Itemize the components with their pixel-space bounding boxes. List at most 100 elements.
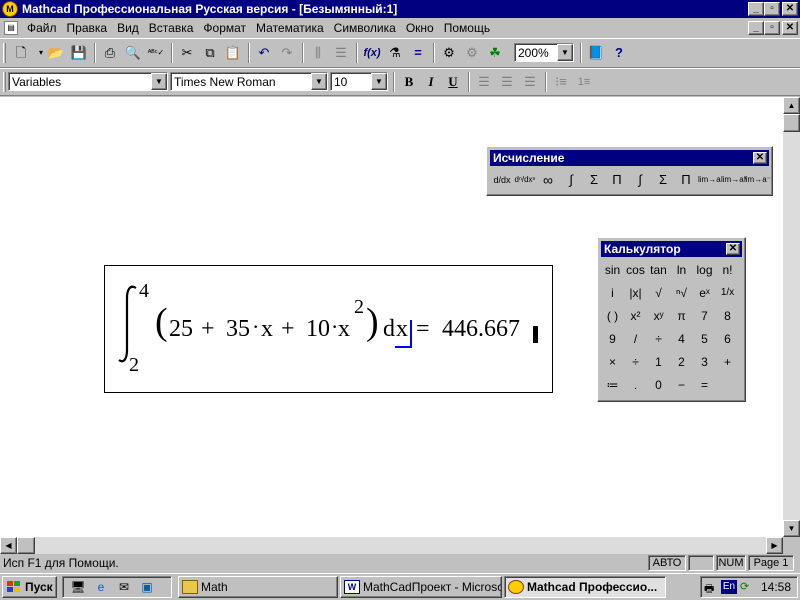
calc-key-reciprocal[interactable]: 1/x (716, 282, 739, 304)
style-select[interactable]: Variables ▼ (8, 72, 168, 91)
quadratic-coefficient[interactable]: 10 (306, 316, 330, 343)
doc-close-button[interactable]: ✕ (782, 21, 798, 35)
vertical-scrollbar[interactable]: ▲ ▼ (783, 97, 800, 537)
insert-function-icon[interactable]: f(x) (361, 43, 383, 64)
chevron-down-icon[interactable]: ▼ (151, 73, 167, 90)
calc-key-pi[interactable]: π (670, 305, 693, 327)
clock[interactable]: 14:58 (761, 580, 791, 594)
insert-unit-icon[interactable]: ⚗ (384, 43, 406, 64)
calc-key-9[interactable]: 9 (601, 328, 624, 350)
linear-coefficient[interactable]: 35 (226, 316, 250, 343)
calculator-palette-title-bar[interactable]: Калькулятор ✕ (601, 241, 742, 257)
document-icon[interactable]: ▤ (4, 21, 18, 35)
printer-icon[interactable]: 🖶 (704, 580, 718, 595)
calc-key-absolute[interactable]: |x| (624, 282, 647, 304)
menu-file[interactable]: Файл (22, 21, 62, 35)
calculate-icon[interactable]: = (407, 43, 429, 64)
calc-key-square[interactable]: x² (624, 305, 647, 327)
toolbar-grip[interactable] (3, 43, 6, 63)
calc-key-definition[interactable]: ≔ (601, 374, 624, 396)
bullets-icon[interactable]: ⁝≡ (550, 72, 572, 93)
nth-derivative-icon[interactable]: dⁿ/dxⁿ (514, 169, 536, 191)
menu-math[interactable]: Математика (251, 21, 329, 35)
calc-key-1[interactable]: 1 (647, 351, 670, 373)
channels-icon[interactable]: ▣ (136, 577, 158, 598)
exponent[interactable]: 2 (354, 296, 364, 319)
close-button[interactable]: ✕ (782, 2, 798, 16)
calc-key-nth-root[interactable]: ⁿ√ (670, 282, 693, 304)
open-icon[interactable]: 📂 (45, 43, 67, 64)
calc-key-imaginary[interactable]: i (601, 282, 624, 304)
menu-window[interactable]: Окно (401, 21, 439, 35)
maximize-button[interactable]: ▫ (764, 2, 780, 16)
calc-key-0[interactable]: 0 (647, 374, 670, 396)
align-down-icon[interactable]: ☰ (330, 43, 352, 64)
range-product-icon[interactable]: Π (606, 169, 628, 191)
align-across-icon[interactable]: ⫼ (307, 43, 329, 64)
close-icon[interactable]: ✕ (753, 152, 767, 164)
calculator-palette[interactable]: Калькулятор ✕ sin cos tan ln log n! i |x… (597, 237, 746, 402)
save-icon[interactable]: 💾 (68, 43, 90, 64)
doc-restore-button[interactable]: ▫ (764, 21, 780, 35)
italic-button[interactable]: I (420, 72, 442, 93)
align-center-icon[interactable]: ☰ (496, 72, 518, 93)
derivative-icon[interactable]: d/dx (491, 169, 513, 191)
menu-insert[interactable]: Вставка (144, 21, 199, 35)
calc-key-sin[interactable]: sin (601, 259, 624, 281)
chevron-down-icon[interactable]: ▼ (311, 73, 327, 90)
undo-icon[interactable]: ↶ (253, 43, 275, 64)
menu-help[interactable]: Помощь (439, 21, 495, 35)
definite-integral-icon[interactable]: ∫ (560, 169, 582, 191)
calc-key-decimal[interactable]: . (624, 374, 647, 396)
calc-key-ln[interactable]: ln (670, 259, 693, 281)
calc-key-exp[interactable]: eˣ (693, 282, 716, 304)
infinity-icon[interactable]: ∞ (537, 169, 559, 191)
underline-button[interactable]: U (442, 72, 464, 93)
redo-icon[interactable]: ↷ (276, 43, 298, 64)
horizontal-scroll-thumb[interactable] (17, 537, 35, 554)
menu-edit[interactable]: Правка (62, 21, 113, 35)
zoom-select[interactable]: 200% ▼ (514, 43, 574, 62)
result-value[interactable]: 446.667 (442, 316, 520, 343)
numbering-icon[interactable]: 1≡ (573, 72, 595, 93)
minimize-button[interactable]: _ (748, 2, 764, 16)
summation-icon[interactable]: Σ (652, 169, 674, 191)
task-word-document[interactable]: W MathCadПроект - Microso... (340, 576, 502, 598)
run-script-icon[interactable]: ⚙ (461, 43, 483, 64)
outlook-icon[interactable]: ✉ (113, 577, 135, 598)
desktop-icon[interactable]: 🖥 (67, 577, 89, 598)
font-select[interactable]: Times New Roman ▼ (170, 72, 328, 91)
left-limit-icon[interactable]: lim→a⁻ (744, 169, 771, 191)
start-button[interactable]: Пуск (2, 576, 57, 598)
indefinite-integral-icon[interactable]: ∫ (629, 169, 651, 191)
calc-key-multiply[interactable]: × (601, 351, 624, 373)
language-indicator[interactable]: En (721, 580, 737, 594)
task-math-folder[interactable]: Math (178, 576, 338, 598)
menu-view[interactable]: Вид (112, 21, 144, 35)
scroll-right-icon[interactable]: ▶ (766, 537, 783, 554)
range-sum-icon[interactable]: Σ (583, 169, 605, 191)
calc-key-3[interactable]: 3 (693, 351, 716, 373)
calc-key-inline-divide[interactable]: ÷ (647, 328, 670, 350)
doc-minimize-button[interactable]: _ (748, 21, 764, 35)
bold-button[interactable]: B (398, 72, 420, 93)
scroll-up-icon[interactable]: ▲ (783, 97, 800, 114)
close-icon[interactable]: ✕ (726, 243, 740, 255)
calc-key-divide[interactable]: / (624, 328, 647, 350)
spell-check-icon[interactable]: ᴬᴮᶜ✓ (145, 43, 167, 64)
calculus-palette[interactable]: Исчисление ✕ d/dx dⁿ/dxⁿ ∞ ∫ Σ Π ∫ Σ Π l… (486, 146, 773, 196)
variable-x[interactable]: x (338, 316, 350, 343)
align-left-icon[interactable]: ☰ (473, 72, 495, 93)
chevron-down-icon[interactable]: ▼ (371, 73, 387, 90)
limit-icon[interactable]: lim→a (698, 169, 721, 191)
task-mathcad-active[interactable]: Mathcad Профессио... (504, 576, 666, 598)
right-limit-icon[interactable]: lim→a⁺ (721, 169, 748, 191)
calc-key-5[interactable]: 5 (693, 328, 716, 350)
calc-key-log[interactable]: log (693, 259, 716, 281)
calc-key-cos[interactable]: cos (624, 259, 647, 281)
menu-format[interactable]: Формат (198, 21, 251, 35)
calc-key-division[interactable]: ÷ (624, 351, 647, 373)
align-right-icon[interactable]: ☰ (519, 72, 541, 93)
mathcad-app-icon[interactable]: M (2, 1, 18, 17)
scroll-left-icon[interactable]: ◀ (0, 537, 17, 554)
